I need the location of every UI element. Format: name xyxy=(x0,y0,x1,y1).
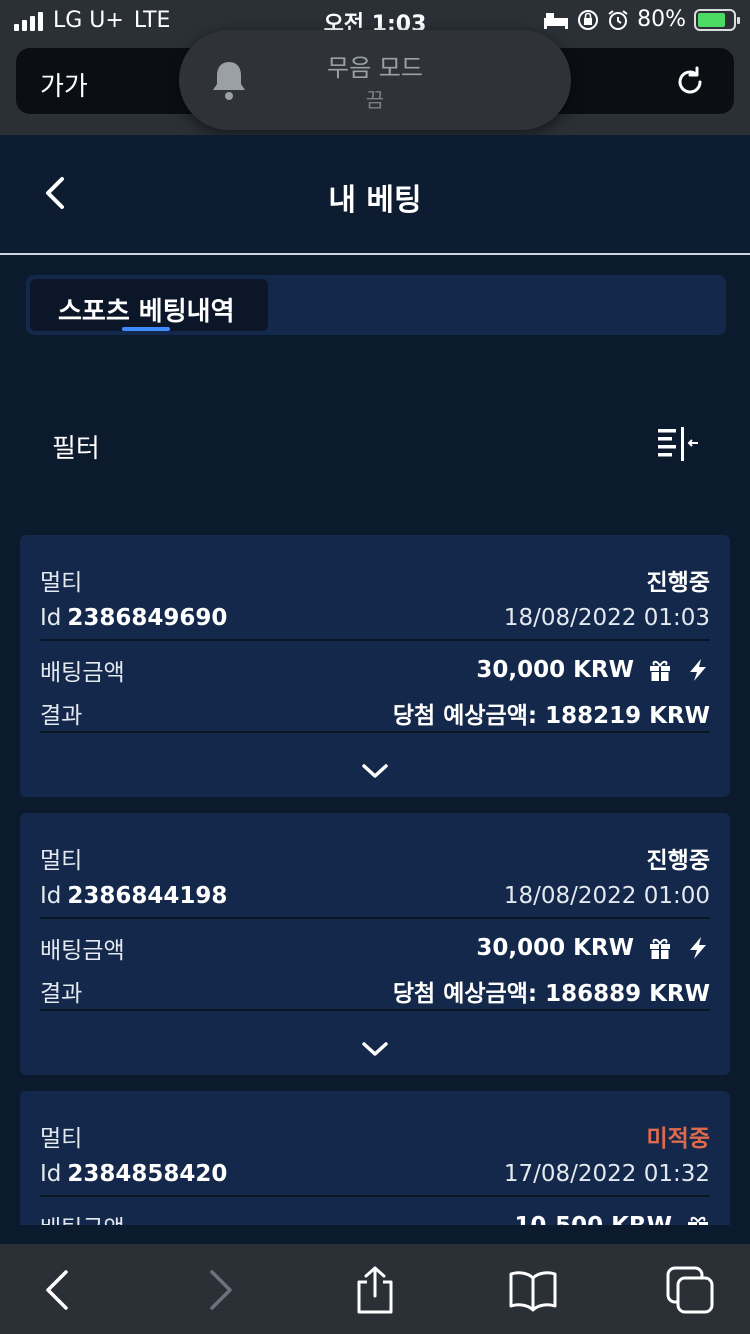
page-header: 내 베팅 xyxy=(0,135,750,255)
bet-id: 2386849690 xyxy=(67,605,228,631)
lightning-icon xyxy=(690,659,706,681)
status-right: 80% xyxy=(543,7,740,32)
bet-card[interactable]: 멀티미적중 Id238485842017/08/2022 01:32 배팅금액 … xyxy=(20,1091,730,1225)
bet-result: 당첨 예상금액: 188219 KRW xyxy=(392,703,710,729)
tabs-icon[interactable] xyxy=(666,1266,714,1314)
bet-status: 진행중 xyxy=(646,848,710,874)
bet-id-label: Id xyxy=(40,883,62,909)
silent-mode-title: 무음 모드 xyxy=(327,54,423,82)
tab-label: 스포츠 베팅내역 xyxy=(58,297,235,327)
divider xyxy=(40,917,710,919)
orientation-lock-icon xyxy=(578,9,599,30)
bet-id-label: Id xyxy=(40,1161,62,1187)
forward-icon xyxy=(210,1270,232,1310)
gift-icon xyxy=(650,938,670,959)
alarm-icon xyxy=(608,9,628,30)
filter-label: 필터 xyxy=(52,434,100,464)
bet-result-label: 결과 xyxy=(40,703,83,729)
bet-date: 18/08/2022 01:03 xyxy=(503,605,710,631)
lightning-icon xyxy=(690,937,706,959)
chevron-down-icon[interactable] xyxy=(360,1039,390,1059)
divider xyxy=(40,1009,710,1011)
battery-percent: 80% xyxy=(637,7,686,32)
divider xyxy=(40,639,710,641)
bet-amount-label: 배팅금액 xyxy=(40,1209,125,1225)
bet-type: 멀티 xyxy=(40,1126,83,1152)
bet-result-label: 결과 xyxy=(40,981,83,1007)
filter-toggle-icon[interactable] xyxy=(656,425,700,465)
reload-icon[interactable] xyxy=(670,62,710,102)
browser-toolbar xyxy=(0,1244,750,1334)
bet-amount: 30,000 KRW xyxy=(476,935,634,961)
divider xyxy=(40,1195,710,1197)
battery-fill xyxy=(698,12,726,27)
bet-status: 진행중 xyxy=(646,570,710,596)
bet-amount-label: 배팅금액 xyxy=(40,660,125,686)
divider xyxy=(40,731,710,733)
gift-icon xyxy=(650,660,670,681)
text-size-button[interactable]: 가가 xyxy=(40,66,88,103)
tab-bar: 스포츠 베팅내역 xyxy=(26,275,726,335)
gift-icon xyxy=(688,1216,708,1225)
bet-result: 당첨 예상금액: 186889 KRW xyxy=(392,981,710,1007)
bet-list: 멀티 진행중 Id 2386849690 18/08/2022 01:03 배팅금액 … xyxy=(20,535,730,1225)
bet-date: 17/08/2022 01:32 xyxy=(503,1161,710,1187)
bookmarks-icon[interactable] xyxy=(509,1266,557,1314)
silent-mode-status: 끔 xyxy=(365,88,385,112)
bet-type: 멀티 xyxy=(40,848,83,874)
bet-id-label: Id xyxy=(40,605,62,631)
back-icon[interactable] xyxy=(34,1266,82,1314)
bet-amount: 30,000 KRW xyxy=(476,657,634,683)
bed-icon xyxy=(544,12,569,29)
bet-status: 미적중 xyxy=(646,1126,710,1152)
bet-type: 멀티 xyxy=(40,570,83,596)
tab-active-indicator xyxy=(122,327,170,331)
bet-amount: 10,500 KRW xyxy=(514,1213,672,1225)
battery-icon xyxy=(694,8,740,31)
share-icon[interactable] xyxy=(351,1266,399,1314)
silent-mode-hud: 무음 모드 끔 xyxy=(179,30,571,130)
bet-card[interactable]: 멀티 진행중 Id 2386849690 18/08/2022 01:03 배팅금액 … xyxy=(20,535,730,797)
bet-date: 18/08/2022 01:00 xyxy=(503,883,710,909)
page-title: 내 베팅 xyxy=(328,183,422,218)
tab-sports-bets[interactable]: 스포츠 베팅내역 xyxy=(30,279,268,331)
bet-id: 2386844198 xyxy=(67,883,228,909)
bet-id: 2384858420 xyxy=(67,1161,228,1187)
bet-card[interactable]: 멀티 진행중 Id 2386844198 18/08/2022 01:00 배팅금액 … xyxy=(20,813,730,1075)
bet-amount-label: 배팅금액 xyxy=(40,938,125,964)
chevron-down-icon[interactable] xyxy=(360,761,390,781)
